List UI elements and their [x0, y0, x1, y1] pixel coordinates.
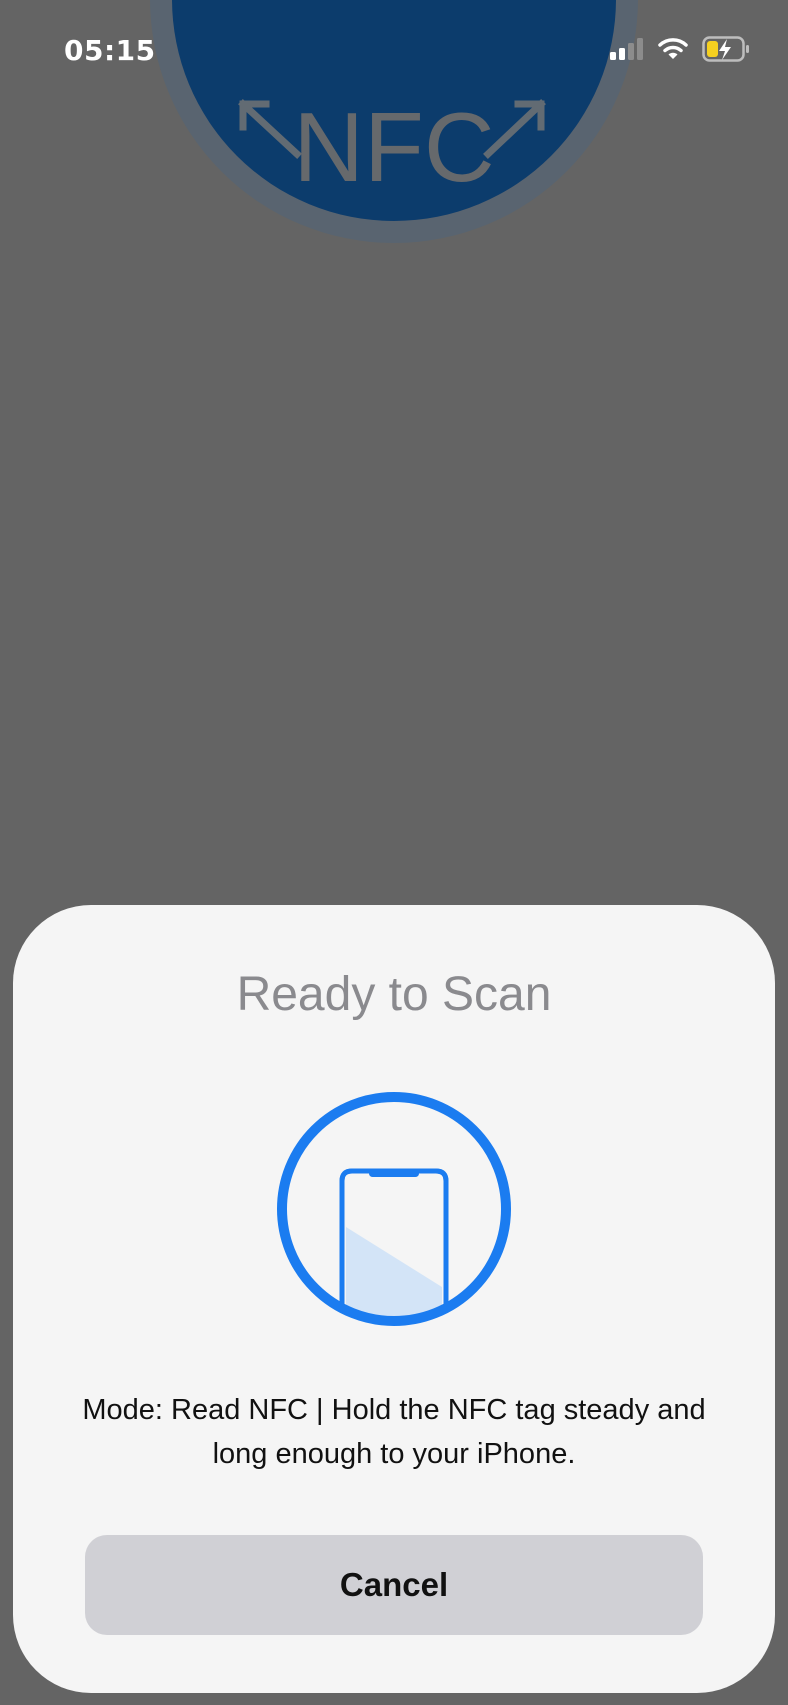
cellular-signal-icon	[610, 37, 644, 65]
cancel-button[interactable]: Cancel	[85, 1535, 703, 1635]
scan-instruction-message: Mode: Read NFC | Hold the NFC tag steady…	[82, 1394, 706, 1470]
nfc-logo-text: NFC	[293, 92, 494, 202]
screen: NFC 05:15 Ready to Scan Mode: Read NFC |…	[0, 0, 788, 1705]
phone-scan-icon	[276, 1091, 512, 1327]
status-icons	[610, 36, 750, 66]
status-time: 05:15	[64, 34, 156, 67]
scan-sheet: Ready to Scan Mode: Read NFC | Hold the …	[13, 905, 775, 1693]
nfc-logo-icon: NFC	[150, 0, 638, 243]
wifi-icon	[658, 37, 688, 65]
sheet-title: Ready to Scan	[236, 968, 552, 1021]
battery-charging-icon	[702, 36, 750, 66]
